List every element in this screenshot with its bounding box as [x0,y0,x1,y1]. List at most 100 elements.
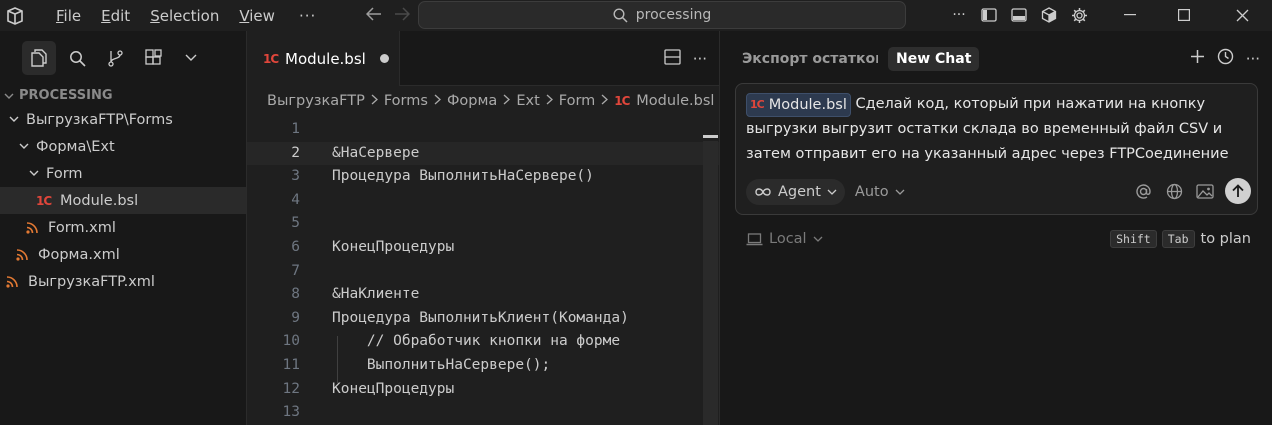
menu-selection[interactable]: Selection [140,1,229,31]
extensions-icon[interactable] [136,41,170,75]
menu-edit[interactable]: Edit [91,1,140,31]
toggle-panel-icon[interactable] [1004,0,1034,30]
tree-item[interactable]: Форма\Ext [0,133,246,160]
more-actions-icon[interactable]: ··· [944,0,974,30]
tree-item[interactable]: ВыгрузкаFTP.xml [0,268,246,295]
line-number: 9 [291,309,300,326]
mention-icon[interactable] [1132,178,1154,204]
file-context-chip[interactable]: 1C Module.bsl [746,93,851,117]
menu-view[interactable]: View [229,1,285,31]
breadcrumb-item[interactable]: Ext [516,93,539,109]
chat-tab-new[interactable]: New Chat [888,46,980,71]
tree-item[interactable]: ВыгрузкаFTP\Forms [0,106,246,133]
agent-mode-selector[interactable]: Agent [746,179,845,205]
1c-file-icon: 1C [750,98,765,111]
tree-item-label: Form.xml [48,219,116,236]
search-icon [613,7,628,23]
search-view-icon[interactable] [60,41,94,75]
tab-label: Module.bsl [285,49,366,68]
breadcrumb-item[interactable]: Module.bsl [636,93,714,109]
tree-item-label: Форма\Ext [36,138,115,155]
chevron-down-icon [827,189,837,195]
source-control-icon[interactable] [98,41,132,75]
title-bar: File Edit Selection View ··· processing ··· [0,0,1272,31]
breadcrumb-item[interactable]: Form [559,93,596,109]
environment-selector[interactable]: Local [746,231,823,247]
xml-file-icon [6,275,26,288]
tree-item[interactable]: Форма.xml [0,241,246,268]
chevron-down-icon[interactable] [174,41,208,75]
xml-file-icon [26,221,46,234]
tree-item[interactable]: 1C Module.bsl [0,187,246,214]
code-editor[interactable]: 1 2 &НаСервере 3 Процедура ВыполнитьНаСервер… [247,118,719,425]
close-window-button[interactable] [1219,0,1265,30]
toggle-sidebar-icon[interactable] [974,0,1004,30]
code-text: КонецПроцедуры [332,380,455,397]
chevron-down-icon [6,116,22,123]
chevron-right-icon [371,94,378,108]
app-logo-icon [0,1,30,31]
more-actions-icon[interactable]: ··· [1246,50,1260,68]
hint-text: to plan [1200,231,1251,247]
line-number: 8 [291,286,300,303]
more-menu-button[interactable]: ··· [285,7,330,25]
layout-controls: ··· [944,0,1094,30]
chevron-right-icon [434,94,441,108]
back-arrow-icon[interactable] [360,6,388,25]
menu-file[interactable]: File [46,1,91,31]
workspace-title: PROCESSING [19,88,113,103]
forward-arrow-icon[interactable] [388,6,416,25]
editor-group: 1C Module.bsl ··· ВыгрузкаFTP Forms Форма E… [247,31,719,425]
line-number: 7 [291,262,300,279]
1c-file-icon: 1C [263,51,279,66]
breadcrumb-item[interactable]: Форма [447,93,497,109]
command-center-search[interactable]: processing [418,1,906,29]
indent-guide [337,336,338,383]
history-icon[interactable] [1217,48,1234,69]
plus-icon[interactable] [1190,49,1205,68]
split-editor-icon[interactable] [664,48,681,69]
globe-icon[interactable] [1163,178,1185,204]
chat-options-row: Local Shift Tab to plan [746,227,1251,251]
image-icon[interactable] [1194,178,1216,204]
chat-tab-previous[interactable]: Экспорт остатков с [742,51,878,67]
more-actions-icon[interactable]: ··· [693,50,707,68]
minimize-button[interactable] [1107,0,1153,30]
breadcrumb-item[interactable]: ВыгрузкаFTP [267,93,365,109]
send-button[interactable] [1225,178,1251,204]
tree-item[interactable]: Form.xml [0,214,246,241]
code-line: 8 &НаКлиенте [247,283,719,307]
code-line: 11 ВыполнитьНаСервере(); [247,354,719,378]
prompt-input[interactable]: 1C Module.bsl Сделай код, который при наж… [746,92,1241,167]
code-line: 1 [247,118,719,142]
cube-icon[interactable] [1034,0,1064,30]
code-line: 3 Процедура ВыполнитьНаСервере() [247,165,719,189]
maximize-button[interactable] [1161,0,1207,30]
file-tree: ВыгрузкаFTP\Forms Форма\Ext Form 1C Module.b… [0,106,246,295]
code-line: 2 &НаСервере [247,141,719,166]
model-selector[interactable]: Auto [855,184,905,200]
sidebar-toolbar [0,31,246,85]
chat-header: Экспорт остатков с New Chat ··· [720,31,1272,86]
code-text: ВыполнитьНаСервере(); [332,356,551,373]
tree-item-label: ВыгрузкаFTP\Forms [26,111,173,128]
line-number: 1 [291,121,300,137]
infinity-icon [755,188,771,196]
tree-item[interactable]: Form [0,160,246,187]
chevron-right-icon [546,94,553,108]
scrollbar-thumb[interactable] [703,135,718,138]
unsaved-dot-icon[interactable] [379,54,389,63]
line-number: 10 [282,333,300,350]
tab-module-bsl[interactable]: 1C Module.bsl [247,31,400,86]
chat-composer[interactable]: 1C Module.bsl Сделай код, который при наж… [735,83,1258,215]
workspace-section-header[interactable]: PROCESSING [0,86,246,106]
tree-item-label: Форма.xml [38,246,120,263]
explorer-files-icon[interactable] [22,41,56,75]
gear-icon[interactable] [1064,0,1094,30]
breadcrumb-item[interactable]: Forms [384,93,428,109]
model-label: Auto [854,184,889,200]
